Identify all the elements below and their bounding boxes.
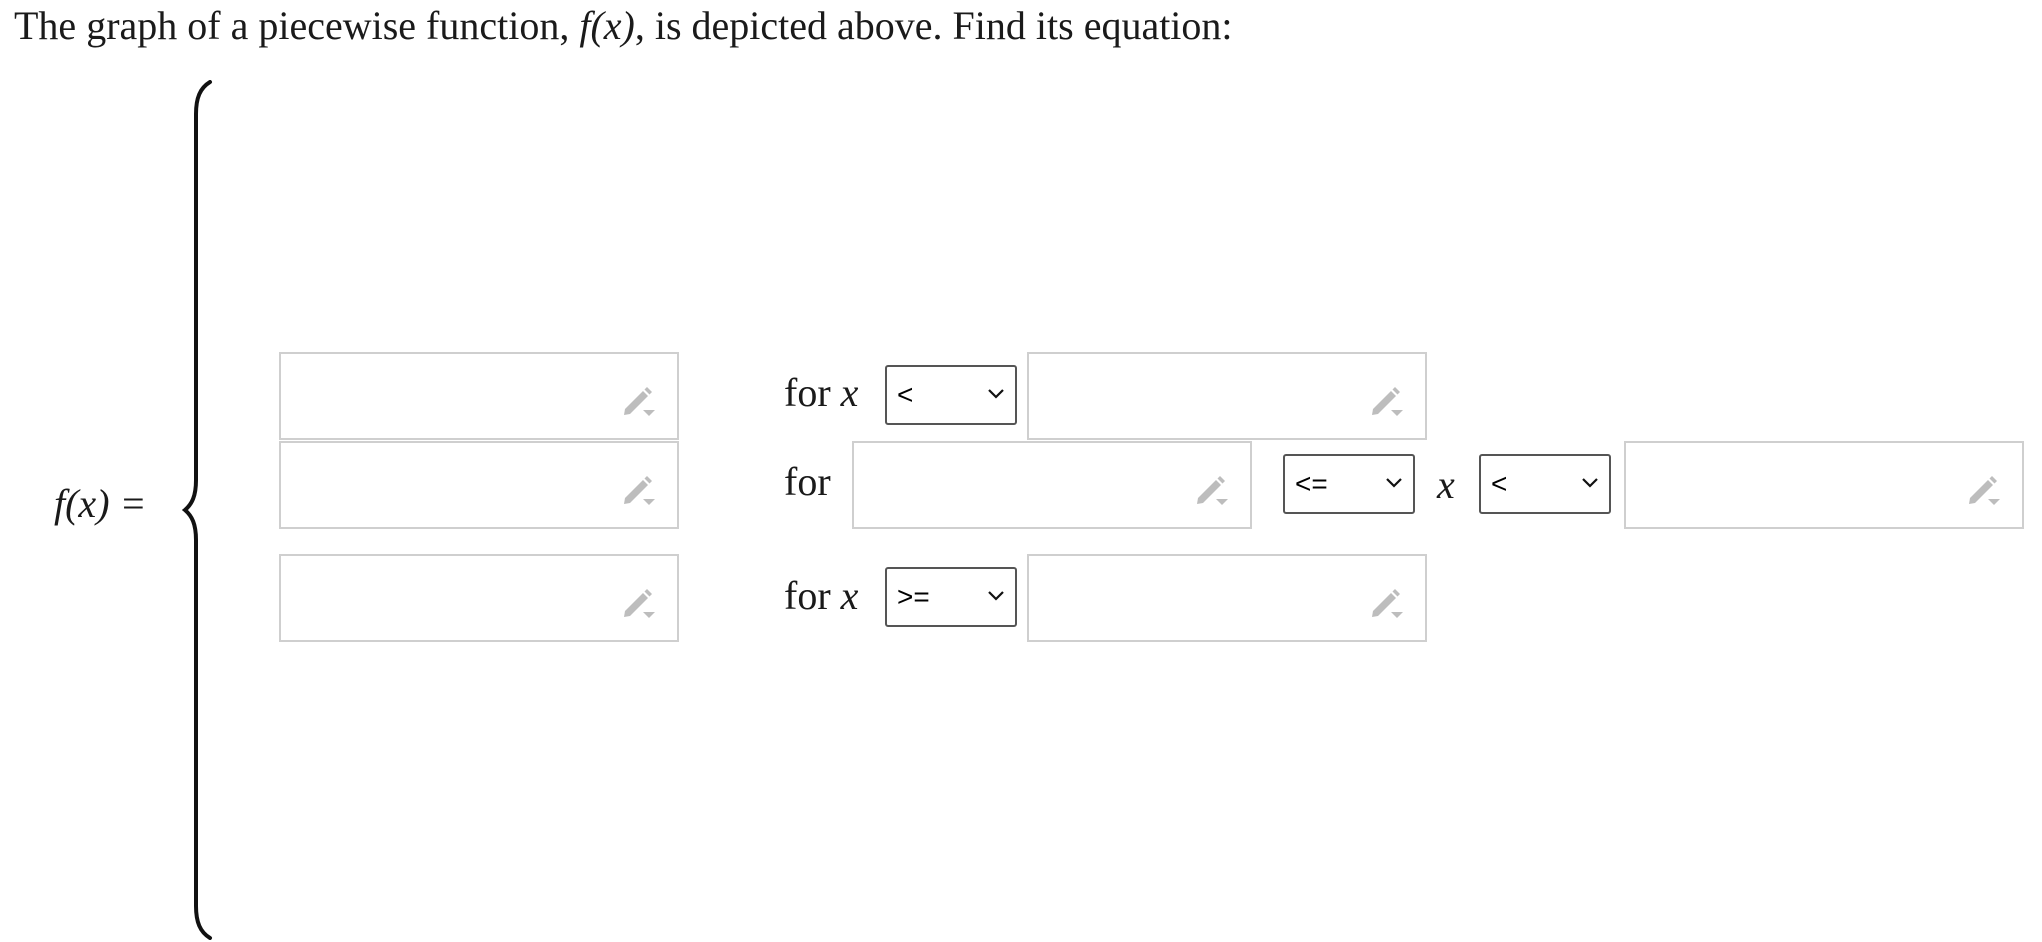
row3-operator-value: >= [897,581,930,612]
pencil-icon[interactable] [1966,471,2002,507]
row2-upper-bound-input[interactable] [1624,441,2024,529]
prompt-text-after: , is depicted above. Find its equation: [634,3,1233,48]
pencil-icon[interactable] [621,382,657,418]
row3-variable: x [840,573,859,618]
row2-variable: x [1437,462,1455,507]
function-lhs: f(x) = [54,481,147,526]
question-prompt: The graph of a piecewise function, f(x),… [14,2,1233,50]
pencil-icon[interactable] [621,471,657,507]
row3-expression-input[interactable] [279,554,679,642]
row2-upper-operator-select[interactable]: < [1479,454,1611,514]
row2-upper-operator-value: < [1491,468,1508,499]
pencil-icon[interactable] [1369,382,1405,418]
row2-lower-operator-value: <= [1295,468,1328,499]
pencil-icon[interactable] [621,584,657,620]
row1-bound-input[interactable] [1027,352,1427,440]
chevron-down-icon [1386,478,1402,488]
prompt-text-before: The graph of a piecewise function, [14,3,580,48]
prompt-function-name: f(x) [579,3,635,48]
row1-operator-select[interactable]: < [885,365,1017,425]
row2-lower-operator-select[interactable]: <= [1283,454,1415,514]
row1-condition-label: for x [784,369,858,417]
row1-expression-input[interactable] [279,352,679,440]
row1-for-text: for [784,370,831,415]
row2-condition-label: for [784,459,831,504]
row3-for-text: for [784,573,831,618]
row1-variable: x [840,370,859,415]
row2-expression-input[interactable] [279,441,679,529]
row3-condition-label: for x [784,572,858,620]
row2-lower-bound-input[interactable] [852,441,1252,529]
chevron-down-icon [988,591,1004,601]
row3-operator-select[interactable]: >= [885,567,1017,627]
pencil-icon[interactable] [1369,584,1405,620]
row1-operator-value: < [897,379,914,410]
left-curly-brace [182,80,212,940]
pencil-icon[interactable] [1194,471,1230,507]
chevron-down-icon [1582,478,1598,488]
chevron-down-icon [988,389,1004,399]
row3-bound-input[interactable] [1027,554,1427,642]
